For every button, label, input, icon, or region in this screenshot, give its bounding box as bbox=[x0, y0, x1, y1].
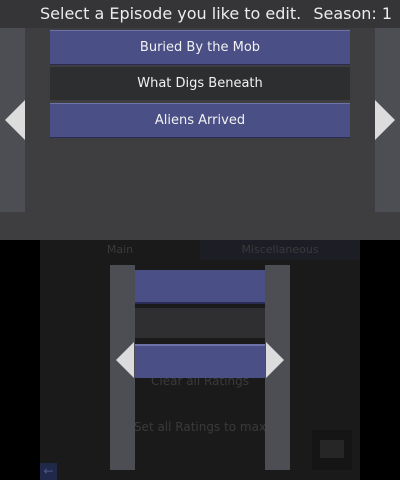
top-screen: Select a Episode you like to edit. Seaso… bbox=[0, 0, 400, 240]
selector-item[interactable] bbox=[135, 344, 265, 378]
season-label: Season: bbox=[313, 4, 377, 23]
header-bar: Select a Episode you like to edit. Seaso… bbox=[0, 0, 400, 28]
right-arrow-icon[interactable] bbox=[375, 100, 395, 140]
selector-overlay bbox=[0, 240, 400, 480]
selector-right-arrow-icon[interactable] bbox=[266, 342, 284, 378]
episode-item[interactable]: What Digs Beneath bbox=[50, 67, 350, 100]
selector-item[interactable] bbox=[135, 270, 265, 304]
selector-item[interactable] bbox=[135, 308, 265, 338]
left-arrow-icon[interactable] bbox=[5, 100, 25, 140]
bottom-screen: Main Miscellaneous Clear all Ratings Set… bbox=[0, 240, 400, 480]
selector-left-arrow-icon[interactable] bbox=[116, 342, 134, 378]
season-indicator: Season: 1 bbox=[313, 4, 392, 23]
episode-item[interactable]: Aliens Arrived bbox=[50, 103, 350, 138]
episode-item[interactable]: Buried By the Mob bbox=[50, 30, 350, 65]
season-value: 1 bbox=[381, 4, 392, 23]
header-title: Select a Episode you like to edit. bbox=[40, 4, 302, 23]
